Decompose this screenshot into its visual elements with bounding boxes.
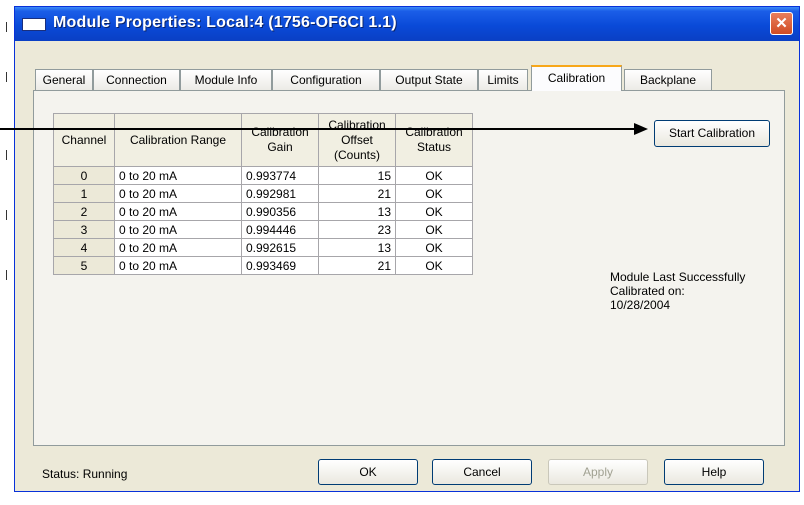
cell-channel: 2: [53, 202, 115, 221]
cell-gain: 0.993469: [241, 256, 319, 275]
cell-gain: 0.993774: [241, 166, 319, 185]
last-calibrated-line1: Module Last Successfully: [610, 270, 746, 284]
table-row[interactable]: 4 0 to 20 mA 0.992615 13 OK: [53, 238, 473, 257]
tab-module-info[interactable]: Module Info: [180, 69, 272, 90]
cell-offset: 13: [318, 202, 396, 221]
cell-range: 0 to 20 mA: [114, 256, 242, 275]
cell-status: OK: [395, 220, 473, 239]
cell-status: OK: [395, 202, 473, 221]
cell-range: 0 to 20 mA: [114, 166, 242, 185]
window-icon: [22, 18, 46, 31]
cell-channel: 5: [53, 256, 115, 275]
cell-range: 0 to 20 mA: [114, 220, 242, 239]
module-properties-dialog: Module Properties: Local:4 (1756-OF6CI 1…: [14, 6, 800, 492]
cell-channel: 3: [53, 220, 115, 239]
cell-range: 0 to 20 mA: [114, 238, 242, 257]
status-label: Status:: [42, 467, 80, 481]
tab-output-state[interactable]: Output State: [380, 69, 478, 90]
cell-offset: 21: [318, 256, 396, 275]
table-row[interactable]: 5 0 to 20 mA 0.993469 21 OK: [53, 256, 473, 275]
annotation-arrow-icon: [634, 123, 648, 135]
page: Module Properties: Local:4 (1756-OF6CI 1…: [0, 0, 804, 505]
table-row[interactable]: 2 0 to 20 mA 0.990356 13 OK: [53, 202, 473, 221]
cell-status: OK: [395, 184, 473, 203]
cell-gain: 0.992615: [241, 238, 319, 257]
column-header-range[interactable]: Calibration Range: [114, 113, 242, 167]
column-header-offset[interactable]: Calibration Offset (Counts): [318, 113, 396, 167]
title-bar[interactable]: Module Properties: Local:4 (1756-OF6CI 1…: [15, 7, 799, 41]
cancel-button[interactable]: Cancel: [432, 459, 532, 485]
cell-range: 0 to 20 mA: [114, 184, 242, 203]
tab-backplane[interactable]: Backplane: [624, 69, 712, 90]
close-button[interactable]: ✕: [770, 12, 793, 35]
tab-general[interactable]: General: [35, 69, 93, 90]
cell-gain: 0.994446: [241, 220, 319, 239]
annotation-arrow-line: [0, 128, 640, 130]
tab-configuration[interactable]: Configuration: [272, 69, 380, 90]
status-bar: Status: Running: [42, 467, 127, 481]
apply-button[interactable]: Apply: [548, 459, 648, 485]
last-calibrated-line2: Calibrated on:: [610, 284, 685, 298]
ok-button[interactable]: OK: [318, 459, 418, 485]
table-row[interactable]: 1 0 to 20 mA 0.992981 21 OK: [53, 184, 473, 203]
window-title: Module Properties: Local:4 (1756-OF6CI 1…: [53, 14, 397, 31]
last-calibrated-date: 10/28/2004: [610, 298, 671, 312]
cell-gain: 0.992981: [241, 184, 319, 203]
cell-channel: 0: [53, 166, 115, 185]
cell-gain: 0.990356: [241, 202, 319, 221]
status-value: Running: [82, 467, 128, 481]
cell-status: OK: [395, 166, 473, 185]
cell-offset: 13: [318, 238, 396, 257]
cell-channel: 1: [53, 184, 115, 203]
cell-offset: 15: [318, 166, 396, 185]
cell-status: OK: [395, 238, 473, 257]
help-button[interactable]: Help: [664, 459, 764, 485]
cell-range: 0 to 20 mA: [114, 202, 242, 221]
column-header-gain[interactable]: Calibration Gain: [241, 113, 319, 167]
calibration-panel: Channel Calibration Range Calibration Ga…: [33, 90, 785, 446]
cell-offset: 23: [318, 220, 396, 239]
tab-limits[interactable]: Limits: [478, 69, 528, 90]
start-calibration-button[interactable]: Start Calibration: [654, 120, 770, 147]
table-row[interactable]: 3 0 to 20 mA 0.994446 23 OK: [53, 220, 473, 239]
tab-connection[interactable]: Connection: [93, 69, 180, 90]
cell-offset: 21: [318, 184, 396, 203]
tab-calibration[interactable]: Calibration: [531, 65, 622, 91]
table-header-row: Channel Calibration Range Calibration Ga…: [53, 113, 473, 167]
last-calibrated-info: Module Last Successfully Calibrated on: …: [610, 270, 790, 312]
cell-channel: 4: [53, 238, 115, 257]
column-header-channel[interactable]: Channel: [53, 113, 115, 167]
cell-status: OK: [395, 256, 473, 275]
column-header-status[interactable]: Calibration Status: [395, 113, 473, 167]
calibration-table: Channel Calibration Range Calibration Ga…: [53, 113, 473, 275]
table-row[interactable]: 0 0 to 20 mA 0.993774 15 OK: [53, 166, 473, 185]
